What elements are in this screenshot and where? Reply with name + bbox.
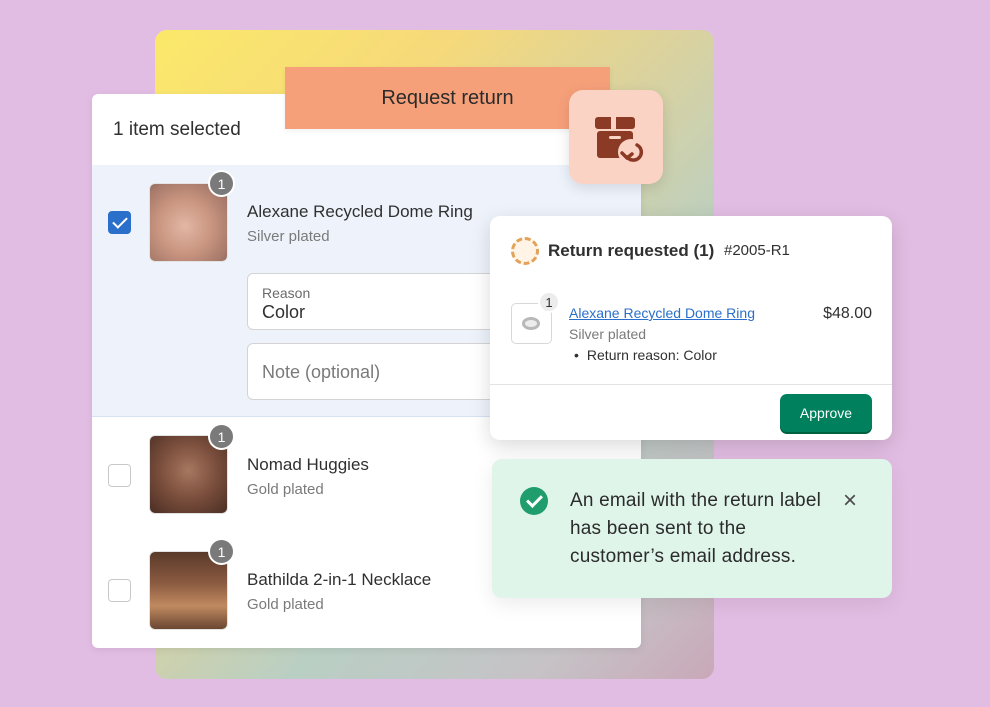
item-variant: Gold plated xyxy=(247,481,324,498)
return-reason: Return reason: Color xyxy=(574,347,717,363)
product-price: $48.00 xyxy=(823,305,872,322)
item-variant: Silver plated xyxy=(247,228,330,245)
return-status-icon xyxy=(511,237,539,265)
toast-message: An email with the return label has been … xyxy=(570,490,822,567)
item-checkbox-nomad[interactable] xyxy=(108,464,131,487)
item-checkbox-alexane[interactable] xyxy=(108,211,131,234)
divider xyxy=(490,384,892,385)
return-order-number: #2005-R1 xyxy=(724,242,790,259)
box-return-icon xyxy=(569,90,663,184)
approve-button[interactable]: Approve xyxy=(780,394,872,432)
product-variant: Silver plated xyxy=(569,326,647,342)
item-variant: Gold plated xyxy=(247,596,324,613)
quantity-badge: 1 xyxy=(208,423,235,450)
return-requested-card: Return requested (1) #2005-R1 1 Alexane … xyxy=(490,216,892,440)
request-return-banner: Request return xyxy=(285,67,610,129)
return-card-title: Return requested (1) xyxy=(548,241,715,260)
item-checkbox-bathilda[interactable] xyxy=(108,579,131,602)
item-title: Bathilda 2-in-1 Necklace xyxy=(247,570,432,589)
ring-icon xyxy=(522,317,540,330)
quantity-badge: 1 xyxy=(538,291,560,313)
item-title: Alexane Recycled Dome Ring xyxy=(247,202,473,221)
quantity-badge: 1 xyxy=(208,538,235,565)
item-title: Nomad Huggies xyxy=(247,455,369,474)
success-toast: An email with the return label has been … xyxy=(492,459,892,598)
note-placeholder: Note (optional) xyxy=(262,362,381,382)
reason-label: Reason xyxy=(262,285,311,301)
product-link[interactable]: Alexane Recycled Dome Ring xyxy=(569,305,755,321)
checkmark-circle-icon xyxy=(520,487,548,515)
close-icon[interactable]: × xyxy=(838,489,862,513)
reason-value: Color xyxy=(262,302,306,322)
quantity-badge: 1 xyxy=(208,170,235,197)
